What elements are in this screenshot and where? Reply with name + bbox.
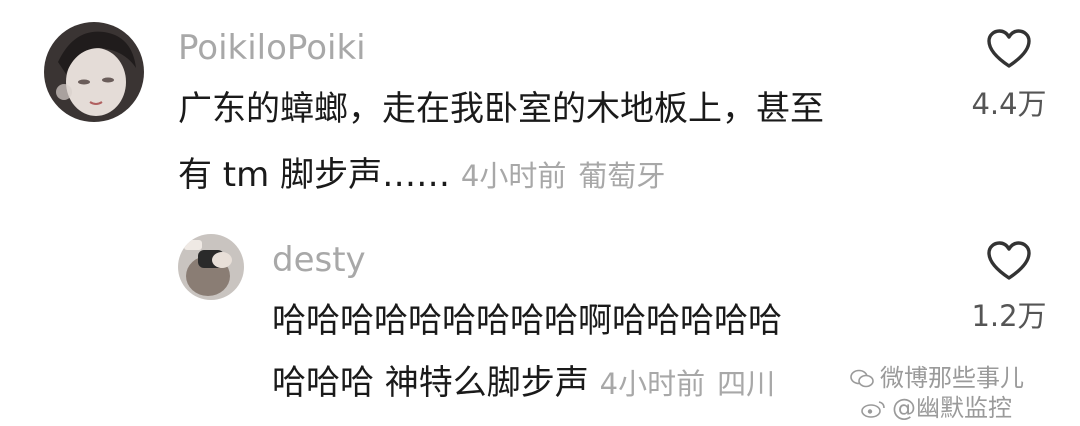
reply-username[interactable]: desty [272, 240, 366, 280]
reply-text-line-with-meta: 哈哈哈 神特么脚步声 4小时前 四川 [272, 354, 787, 413]
heart-outline-icon [987, 241, 1031, 280]
like-count: 4.4万 [971, 87, 1047, 121]
avatar[interactable] [178, 234, 244, 300]
watermark-text: @幽默监控 [892, 394, 1012, 422]
reply-time: 4小时前 [599, 367, 706, 401]
comment-time: 4小时前 [460, 159, 567, 193]
avatar-image [178, 234, 244, 300]
wechat-icon [850, 369, 874, 388]
reply-text-tail: 哈哈哈 神特么脚步声 [272, 363, 589, 403]
reply-meta: 4小时前 四川 [600, 367, 787, 401]
comment-text-tail: 有 tm 脚步声…… [178, 155, 451, 195]
comment-text-line-with-meta: 有 tm 脚步声…… 4小时前 葡萄牙 [178, 146, 677, 205]
comment-location: 葡萄牙 [578, 159, 666, 193]
heart-outline-icon [987, 29, 1031, 68]
comment-username[interactable]: PoikiloPoiki [178, 28, 366, 68]
avatar[interactable] [44, 22, 144, 122]
weibo-icon [861, 401, 885, 418]
comment-meta: 4小时前 葡萄牙 [461, 159, 677, 193]
reply-location: 四川 [717, 367, 776, 401]
comment-text-line: 广东的蟑螂，走在我卧室的木地板上，甚至 [178, 89, 824, 129]
like-button[interactable]: 4.4万 [964, 28, 1054, 122]
avatar-image [44, 22, 144, 122]
reply-text-line: 哈哈哈哈哈哈哈哈哈啊哈哈哈哈哈 [272, 301, 782, 341]
watermark-line: @幽默监控 [860, 388, 1012, 423]
like-button[interactable]: 1.2万 [964, 240, 1054, 334]
like-count: 1.2万 [971, 299, 1047, 333]
